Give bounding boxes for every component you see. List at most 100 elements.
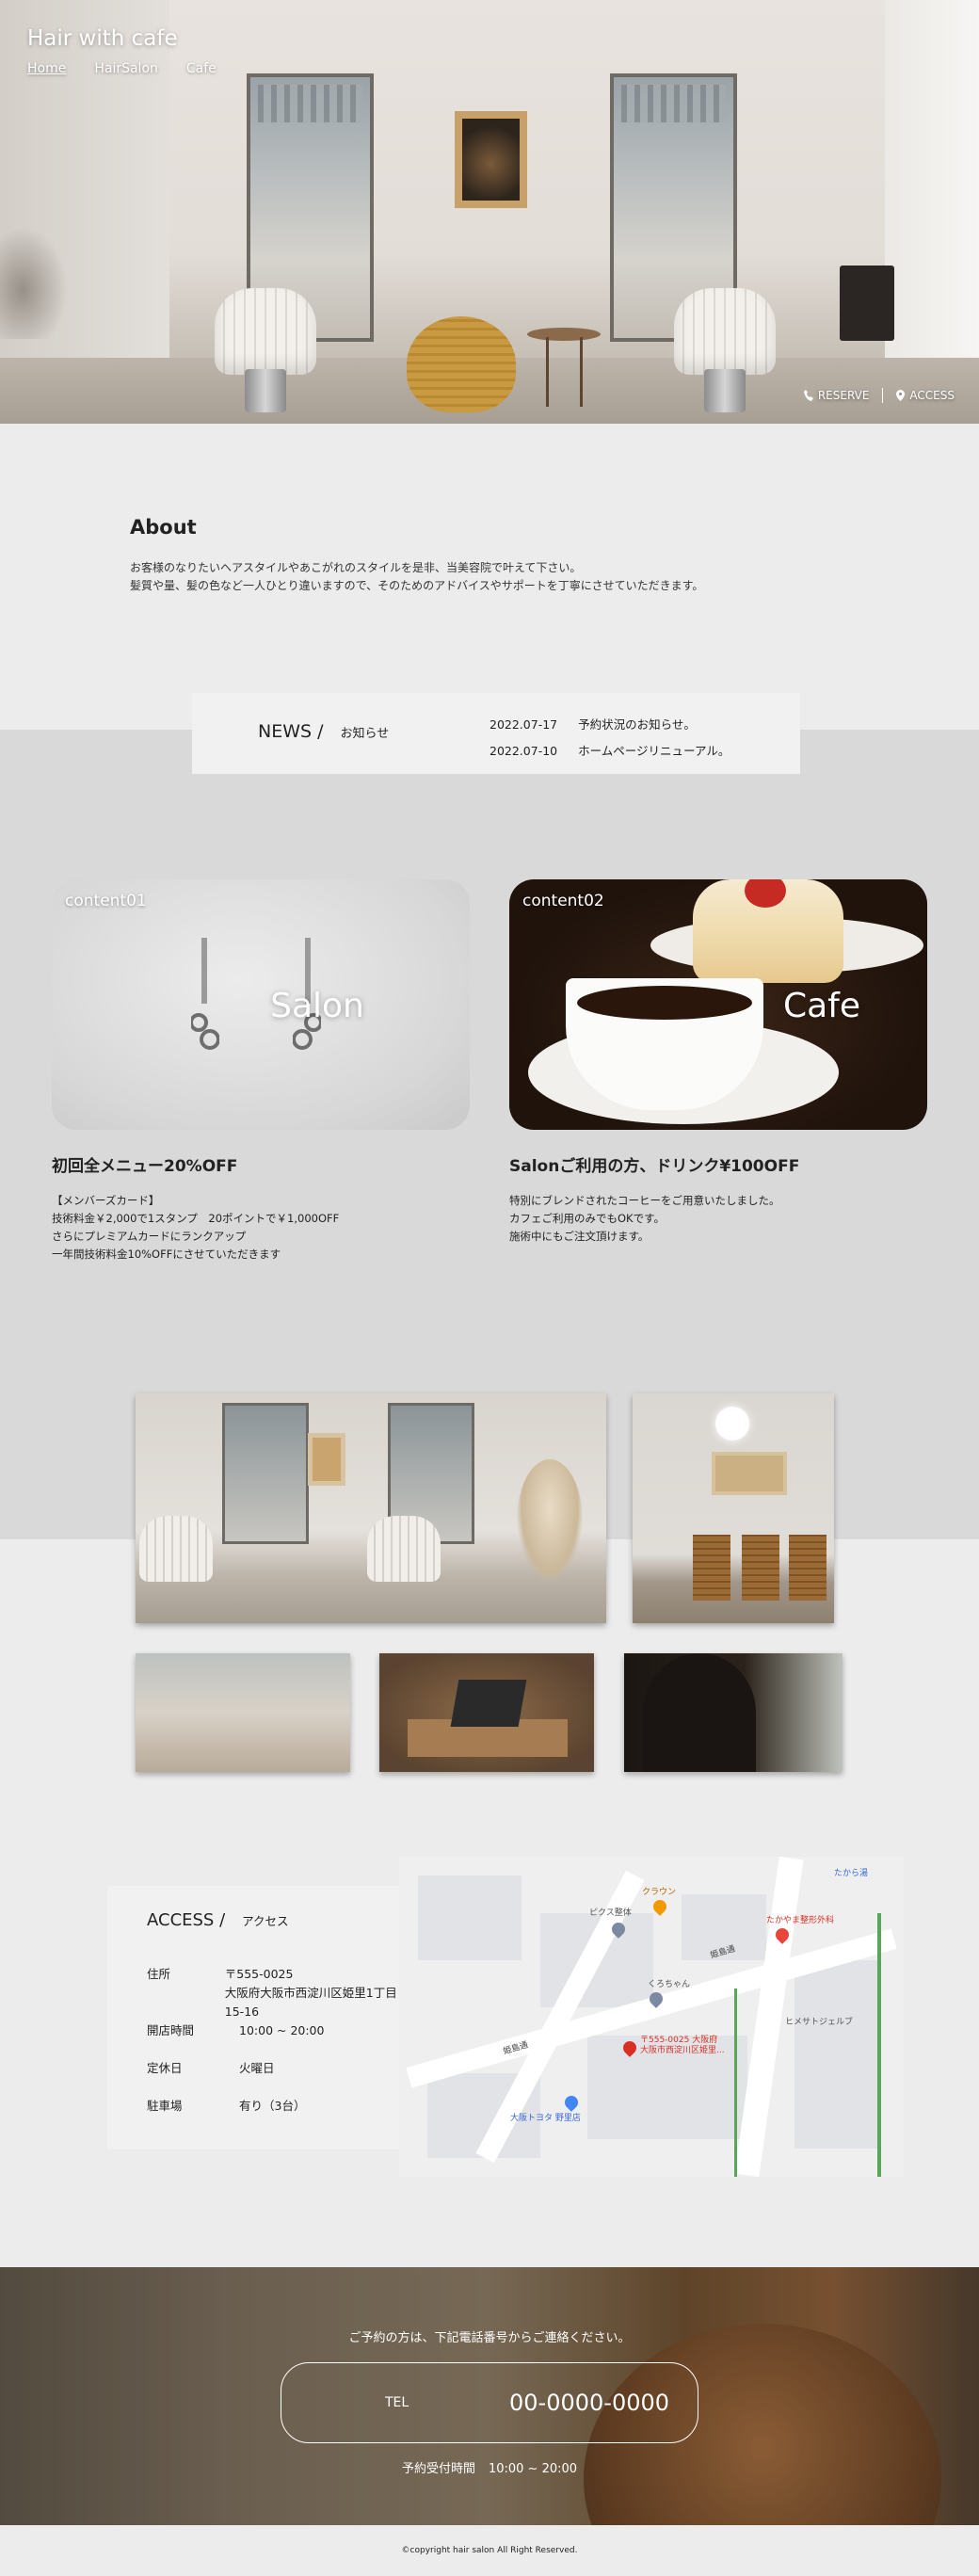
hero-chair [674, 288, 776, 375]
hero-stool [407, 316, 516, 412]
cafe-card-text: 特別にブレンドされたコーヒーをご用意いたしました。 カフェご利用のみでもOKです… [509, 1194, 780, 1243]
tel-number: 00-0000-0000 [509, 2390, 670, 2416]
nav-hairsalon[interactable]: HairSalon [94, 61, 158, 76]
photo-seat [742, 1535, 779, 1601]
nav-cafe[interactable]: Cafe [186, 61, 217, 76]
photo-chair [139, 1516, 213, 1582]
map-poi-label: ピクス整体 [589, 1908, 632, 1918]
hero-side-table-leg [546, 337, 549, 407]
map-poi-icon [562, 2093, 581, 2112]
access-row-parking: 駐車場 有り（3台） [147, 2097, 305, 2116]
salon-card-text: 【メンバーズカード】 技術料金￥2,000で1スタンプ 20ポイントで￥1,00… [52, 1194, 340, 1261]
map-block [418, 1876, 522, 1960]
hero-plant [0, 217, 75, 339]
reserve-link[interactable]: RESERVE [803, 389, 870, 402]
access-value: 10:00 ~ 20:00 [239, 2023, 325, 2037]
photo-mirror [222, 1403, 309, 1544]
card-overlay-title: Salon [270, 987, 364, 1025]
photo-seat [693, 1535, 730, 1601]
salon-card-image[interactable]: content01 Salon [52, 879, 470, 1130]
map-block [794, 1960, 879, 2149]
reserve-note: ご予約の方は、下記電話番号からご連絡ください。 [348, 2331, 631, 2345]
gallery-photo-salon-interior[interactable] [136, 1393, 606, 1623]
map-pin-icon [896, 390, 906, 401]
access-value: 〒555-0025 大阪府大阪市西淀川区姫里1丁目15-16 [224, 1967, 397, 2019]
hero-chair [215, 288, 316, 375]
card-overlay-title: Cafe [782, 987, 861, 1025]
access-label: ACCESS [909, 389, 955, 402]
about-text: お客様のなりたいヘアスタイルやあこがれのスタイルを是非、当美容院で叶えて下さい。… [130, 559, 703, 595]
map-poi-icon [650, 1897, 669, 1916]
access-row-address: 住所 〒555-0025 大阪府大阪市西淀川区姫里1丁目15-16 [147, 1965, 399, 2021]
access-subtitle: アクセス [242, 1914, 289, 1928]
content-label: content01 [65, 892, 147, 910]
reserve-hours: 予約受付時間 10:00 ~ 20:00 [0, 2458, 979, 2476]
photo-art [712, 1452, 787, 1495]
access-heading: ACCESS / アクセス [147, 1910, 289, 1930]
news-text: 予約状況のお知らせ。 [578, 717, 696, 732]
cafe-card-title: Salonご利用の方、ドリンク¥100OFF [509, 1157, 800, 1176]
reserve-hours-value: 10:00 ~ 20:00 [488, 2462, 578, 2476]
map-poi-label: クラウン [642, 1888, 677, 1897]
hero-picture-frame [455, 111, 527, 208]
access-key: 開店時間 [147, 2023, 195, 2037]
news-date: 2022.07-10 [490, 744, 558, 758]
nav-home[interactable]: Home [27, 61, 66, 76]
hero-speaker [840, 266, 894, 341]
map-rail [734, 1988, 737, 2177]
news-heading: NEWS / お知らせ [258, 721, 389, 742]
access-row-hours: 開店時間 10:00 ~ 20:00 [147, 2021, 324, 2040]
actions-divider [882, 388, 884, 403]
gallery-photo-desk[interactable] [379, 1653, 594, 1772]
access-box: ACCESS / アクセス 住所 〒555-0025 大阪府大阪市西淀川区姫里1… [107, 1886, 399, 2149]
map-poi-label: 大阪トヨタ 野里店 [510, 2114, 581, 2123]
content-label: content02 [522, 892, 604, 910]
reserve-label: RESERVE [817, 389, 870, 402]
news-item[interactable]: 2022.07-17 予約状況のお知らせ。 [490, 712, 730, 738]
gallery-photo-waiting-area[interactable] [633, 1393, 834, 1623]
tel-label: TEL [385, 2395, 409, 2410]
news-item[interactable]: 2022.07-10 ホームページリニューアル。 [490, 738, 730, 765]
map-poi-label: たから湯 [834, 1869, 869, 1878]
news-date: 2022.07-17 [490, 717, 558, 732]
photo-pampas [517, 1459, 583, 1582]
main-nav: Home HairSalon Cafe [27, 61, 217, 76]
access-value: 火曜日 [239, 2061, 275, 2075]
photo-laptop [450, 1680, 527, 1727]
hero-side-table [527, 328, 601, 341]
news-title: NEWS / [258, 721, 324, 742]
news-subtitle: お知らせ [340, 727, 390, 741]
access-map[interactable]: 〒555-0025 大阪府 大阪市西淀川区姫里... たかやま整形外科 クラウン… [399, 1857, 904, 2177]
hero-side-table-leg [580, 337, 583, 407]
access-key: 駐車場 [147, 2099, 183, 2113]
page: Hair with cafe Home HairSalon Cafe RESER… [0, 0, 979, 2576]
site-title[interactable]: Hair with cafe [27, 26, 178, 51]
photo-person [643, 1653, 756, 1772]
photo-seat [789, 1535, 827, 1601]
map-poi-label: くろちゃん [648, 1980, 691, 1989]
map-pin-address: 〒555-0025 大阪府 大阪市西淀川区姫里... [640, 2036, 725, 2055]
photo-lamp [715, 1407, 749, 1441]
cafe-card-image[interactable]: content02 Cafe [509, 879, 927, 1130]
hero-chair-base [245, 369, 286, 412]
hero-section: Hair with cafe Home HairSalon Cafe RESER… [0, 0, 979, 424]
gallery-photo-reading[interactable] [624, 1653, 843, 1772]
about-line: 髪質や量、髪の色など一人ひとり違いますので、そのためのアドバイスやサポートを丁寧… [130, 579, 704, 592]
tel-button[interactable]: TEL 00-0000-0000 [281, 2362, 698, 2443]
hero-actions: RESERVE ACCESS [803, 388, 955, 403]
about-title: About [130, 516, 197, 539]
map-rail [877, 1913, 881, 2177]
access-key: 住所 [147, 1967, 171, 1981]
about-line: お客様のなりたいヘアスタイルやあこがれのスタイルを是非、当美容院で叶えて下さい。 [130, 561, 582, 574]
photo-chair [367, 1516, 441, 1582]
news-list: 2022.07-17 予約状況のお知らせ。 2022.07-10 ホームページリ… [490, 712, 730, 765]
access-row-holiday: 定休日 火曜日 [147, 2059, 275, 2078]
reserve-hours-label: 予約受付時間 [401, 2462, 475, 2476]
access-link[interactable]: ACCESS [896, 389, 955, 402]
access-value: 有り（3台） [239, 2099, 306, 2113]
hero-chair-base [704, 369, 746, 412]
gallery-photo-cafe-space[interactable] [136, 1653, 350, 1772]
phone-icon [803, 390, 813, 401]
footer-copyright: ©copyright hair salon All Right Reserved… [0, 2525, 979, 2576]
news-box: NEWS / お知らせ 2022.07-17 予約状況のお知らせ。 2022.0… [192, 693, 800, 774]
